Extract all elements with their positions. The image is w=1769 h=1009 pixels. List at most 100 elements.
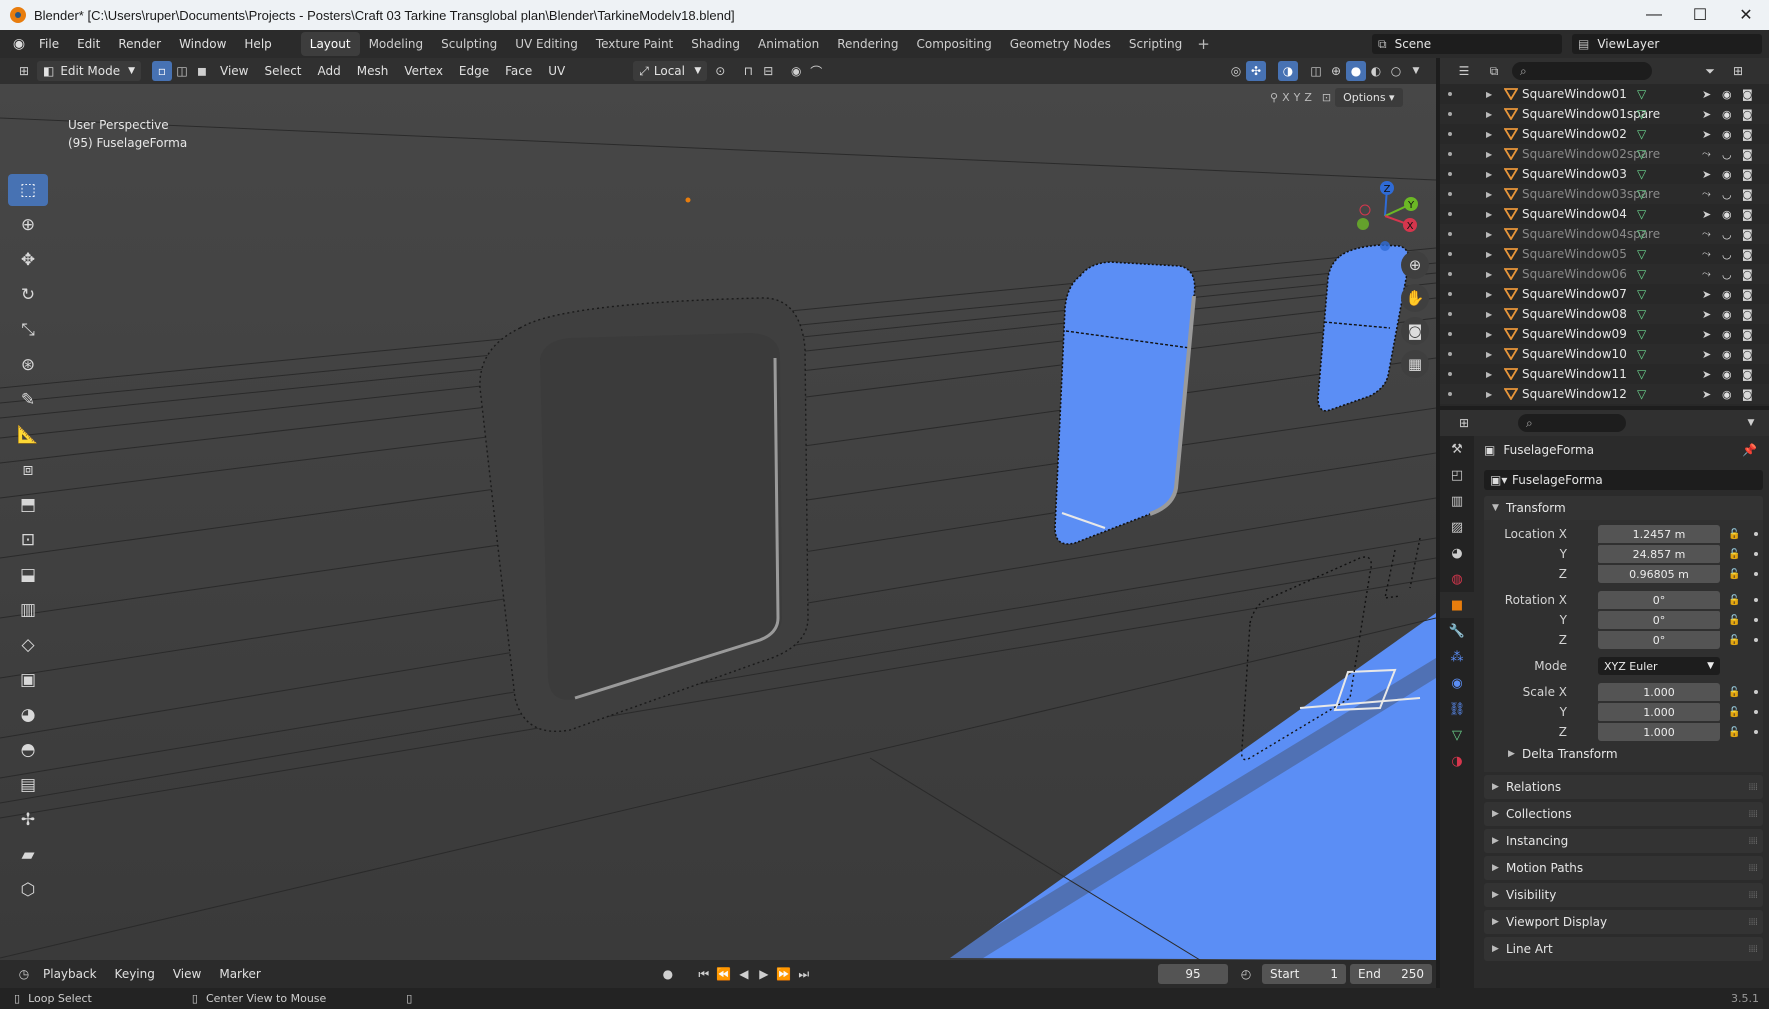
keyframe-dot[interactable] <box>1754 618 1758 622</box>
outliner-search-input[interactable]: ⌕ <box>1512 62 1652 80</box>
eye-icon[interactable]: ◉ <box>1722 168 1732 181</box>
auto-merge-icon[interactable]: ⊡ <box>1322 91 1331 104</box>
mesh-data-icon[interactable]: ▽ <box>1637 147 1646 161</box>
tab-data[interactable]: ▽ <box>1440 722 1474 748</box>
pin-icon[interactable]: 📌 <box>1742 443 1757 457</box>
pivot-point-icon[interactable]: ⊙ <box>710 61 730 81</box>
camera-render-icon[interactable]: ◙ <box>1742 128 1753 141</box>
selectable-icon[interactable]: ➤ <box>1702 368 1711 381</box>
tab-uv-editing[interactable]: UV Editing <box>506 32 587 56</box>
mesh-data-icon[interactable]: ▽ <box>1637 227 1646 241</box>
expand-arrow-icon[interactable]: ▶ <box>1486 330 1492 339</box>
keyframe-dot[interactable] <box>1754 690 1758 694</box>
camera-render-icon[interactable]: ◙ <box>1742 328 1753 341</box>
transform-panel-header[interactable]: ▼ Transform <box>1484 496 1763 520</box>
tab-modeling[interactable]: Modeling <box>360 32 433 56</box>
camera-render-icon[interactable]: ◙ <box>1742 388 1753 401</box>
tab-output[interactable]: ▥ <box>1440 488 1474 514</box>
camera-render-icon[interactable]: ◙ <box>1742 288 1753 301</box>
expand-arrow-icon[interactable]: ▶ <box>1486 230 1492 239</box>
panel-relations[interactable]: ▶ Relations ⁞⁞⁞⁞ <box>1484 775 1763 799</box>
tab-modifiers[interactable]: 🔧 <box>1440 618 1474 644</box>
properties-editor-icon[interactable]: ⊞ <box>1454 413 1474 433</box>
menu-uv[interactable]: UV <box>540 64 573 78</box>
expand-arrow-icon[interactable]: ▶ <box>1486 350 1492 359</box>
mesh-data-icon[interactable]: ▽ <box>1637 167 1646 181</box>
menu-playback[interactable]: Playback <box>34 967 106 981</box>
eye-icon[interactable]: ◉ <box>1722 368 1732 381</box>
prev-keyframe-icon[interactable]: ⏪ <box>714 964 734 984</box>
location-x-field[interactable]: 1.2457 m <box>1598 525 1720 543</box>
lock-icon[interactable]: 🔓 <box>1728 727 1740 738</box>
camera-render-icon[interactable]: ◙ <box>1742 308 1753 321</box>
pan-button[interactable]: ✋ <box>1401 284 1429 312</box>
3d-viewport[interactable]: ⊞ ◧ Edit Mode ▼ ▫ ◫ ◼ View Select Add Me… <box>0 58 1436 960</box>
rotation-mode-dropdown[interactable]: XYZ Euler ▼ <box>1598 657 1720 675</box>
unselectable-icon[interactable]: ⤳ <box>1702 267 1711 281</box>
unselectable-icon[interactable]: ⤳ <box>1702 247 1711 261</box>
mesh-data-icon[interactable]: ▽ <box>1637 327 1646 341</box>
drag-handle-icon[interactable]: ⁞⁞⁞⁞ <box>1748 782 1758 793</box>
panel-visibility[interactable]: ▶ Visibility ⁞⁞⁞⁞ <box>1484 883 1763 907</box>
keyframe-dot[interactable] <box>1754 598 1758 602</box>
menu-file[interactable]: File <box>30 37 68 51</box>
outliner-row[interactable]: ▶ SquareWindow03 ▽ ➤ ◉ ◙ <box>1440 164 1769 184</box>
delta-transform-header[interactable]: ▶ Delta Transform <box>1484 742 1763 766</box>
properties-search-input[interactable]: ⌕ <box>1518 414 1626 432</box>
selectable-icon[interactable]: ➤ <box>1702 208 1711 221</box>
menu-add[interactable]: Add <box>310 64 349 78</box>
scale-z-field[interactable]: 1.000 <box>1598 723 1720 741</box>
rotation-x-field[interactable]: 0° <box>1598 591 1720 609</box>
location-y-field[interactable]: 24.857 m <box>1598 545 1720 563</box>
view-layer-selector[interactable]: ▤ ViewLayer <box>1572 34 1762 54</box>
zoom-button[interactable]: ⊕ <box>1401 251 1429 279</box>
shear-tool[interactable]: ▰ <box>8 839 48 871</box>
loop-cut-tool[interactable]: ▥ <box>8 594 48 626</box>
gizmo-neg-y-ball[interactable] <box>1357 218 1369 230</box>
eye-closed-icon[interactable]: ◡ <box>1722 228 1732 241</box>
current-frame-field[interactable]: 95 <box>1158 964 1228 984</box>
eye-icon[interactable]: ◉ <box>1722 88 1732 101</box>
selectable-icon[interactable]: ➤ <box>1702 88 1711 101</box>
rotation-z-field[interactable]: 0° <box>1598 631 1720 649</box>
tab-layout[interactable]: Layout <box>300 32 360 56</box>
mesh-data-icon[interactable]: ▽ <box>1637 267 1646 281</box>
smooth-tool[interactable]: ◓ <box>8 734 48 766</box>
mesh-data-icon[interactable]: ▽ <box>1637 87 1646 101</box>
location-z-field[interactable]: 0.96805 m <box>1598 565 1720 583</box>
material-shading-icon[interactable]: ◐ <box>1366 61 1386 81</box>
eye-icon[interactable]: ◉ <box>1722 388 1732 401</box>
mode-dropdown[interactable]: ◧ Edit Mode ▼ <box>37 61 141 81</box>
keyframe-dot[interactable] <box>1754 532 1758 536</box>
perspective-toggle-button[interactable]: ▦ <box>1401 350 1429 378</box>
mesh-data-icon[interactable]: ▽ <box>1637 247 1646 261</box>
drag-handle-icon[interactable]: ⁞⁞⁞⁞ <box>1748 809 1758 820</box>
properties-options-icon[interactable]: ▼ <box>1741 413 1761 433</box>
blender-menu-icon[interactable]: ◉ <box>8 36 30 52</box>
display-mode-icon[interactable]: ⧉ <box>1484 61 1504 81</box>
eye-icon[interactable]: ◉ <box>1722 288 1732 301</box>
menu-mesh[interactable]: Mesh <box>349 64 397 78</box>
add-cube-tool[interactable]: ⧈ <box>8 454 48 486</box>
outliner-row[interactable]: ▶ SquareWindow02spare ▽ ⤳ ◡ ◙ <box>1440 144 1769 164</box>
options-button[interactable]: Options ▾ <box>1335 87 1403 107</box>
outliner-row[interactable]: ▶ SquareWindow06 ▽ ⤳ ◡ ◙ <box>1440 264 1769 284</box>
move-tool[interactable]: ✥ <box>8 244 48 276</box>
selectable-icon[interactable]: ➤ <box>1702 128 1711 141</box>
jump-end-icon[interactable]: ⏭ <box>794 964 814 984</box>
eye-icon[interactable]: ◉ <box>1722 108 1732 121</box>
tab-texture-paint[interactable]: Texture Paint <box>587 32 682 56</box>
expand-arrow-icon[interactable]: ▶ <box>1486 110 1492 119</box>
lock-icon[interactable]: 🔓 <box>1728 615 1740 626</box>
outliner-row[interactable]: ▶ SquareWindow07 ▽ ➤ ◉ ◙ <box>1440 284 1769 304</box>
tab-view-layer[interactable]: ▨ <box>1440 514 1474 540</box>
menu-face[interactable]: Face <box>497 64 540 78</box>
camera-render-icon[interactable]: ◙ <box>1742 148 1753 161</box>
lock-icon[interactable]: 🔓 <box>1728 595 1740 606</box>
tab-world[interactable]: ◍ <box>1440 566 1474 592</box>
gizmo-neg-x-ball[interactable] <box>1359 204 1371 216</box>
drag-handle-icon[interactable]: ⁞⁞⁞⁞ <box>1748 863 1758 874</box>
inset-tool[interactable]: ⊡ <box>8 524 48 556</box>
minimize-button[interactable]: — <box>1631 6 1677 24</box>
cursor-tool[interactable]: ⊕ <box>8 209 48 241</box>
